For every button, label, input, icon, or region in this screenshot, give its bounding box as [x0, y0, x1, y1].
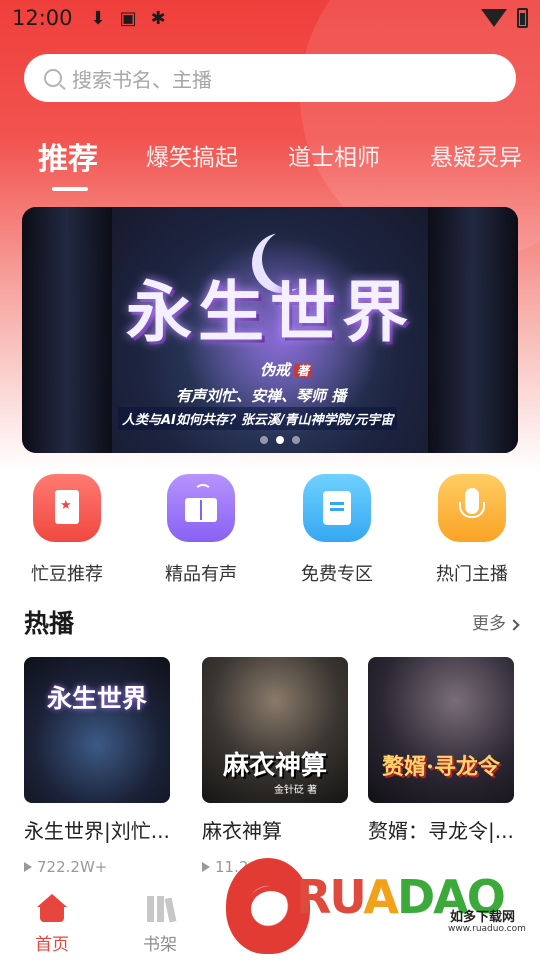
category-free-zone[interactable]: 免费专区 — [282, 474, 392, 586]
watermark-cn: 如多下载网 — [450, 910, 516, 925]
cover-title: 永生世界 — [46, 684, 147, 713]
banner-carousel[interactable]: 永生世界 伪戒著 有声刘忙、安禅、琴师 播 人类与AI如何共存？张云溪/青山神学… — [22, 207, 518, 453]
status-bar: 12:00 ⬇ ▣ ✱ — [0, 0, 540, 36]
search-icon — [44, 69, 62, 87]
category-label: 热门主播 — [436, 564, 508, 585]
play-icon — [202, 862, 210, 872]
carousel-dot[interactable] — [260, 436, 268, 444]
watermark-url: www.ruaduo.com — [448, 924, 526, 934]
book-cover[interactable]: 赘婿·寻龙令 — [368, 657, 514, 803]
category-hot-anchors[interactable]: 热门主播 — [417, 474, 527, 586]
category-premium-audio[interactable]: 精品有声 — [146, 474, 256, 586]
category-label: 免费专区 — [301, 564, 373, 585]
tab-home[interactable]: 首页 — [12, 894, 92, 955]
chevron-right-icon — [508, 619, 520, 631]
section-title: 热播 — [24, 609, 75, 638]
wifi-icon — [481, 9, 507, 27]
category-grid: 忙豆推荐 精品有声 免费专区 热门主播 — [0, 474, 540, 589]
tab-comedy[interactable]: 爆笑搞起 — [146, 138, 238, 172]
bookmark-star-icon — [33, 474, 101, 542]
status-indicators — [481, 8, 528, 28]
audio-book-icon — [167, 474, 235, 542]
tab-home-label: 首页 — [35, 935, 69, 955]
search-input[interactable]: 搜索书名、主播 — [72, 64, 212, 93]
carousel-dots — [260, 436, 300, 444]
search-bar[interactable]: 搜索书名、主播 — [24, 54, 516, 102]
category-label: 忙豆推荐 — [31, 564, 103, 585]
home-icon — [35, 894, 69, 924]
book-card[interactable]: 赘婿·寻龙令 赘婿：寻龙令|... — [368, 657, 518, 844]
banner-title: 永生世界 — [126, 273, 414, 351]
play-icon — [24, 862, 32, 872]
bookshelf-icon — [143, 894, 177, 924]
book-title: 麻衣神算 — [202, 819, 282, 843]
status-time: 12:00 — [12, 6, 73, 30]
tab-taoist[interactable]: 道士相师 — [288, 138, 380, 172]
tab-recommend[interactable]: 推荐 — [38, 134, 98, 178]
cover-author: 金针砭 著 — [274, 785, 318, 796]
microphone-icon — [438, 474, 506, 542]
carousel-dot-active[interactable] — [276, 436, 284, 444]
book-title: 赘婿：寻龙令|... — [368, 819, 514, 843]
category-tabs: 推荐 爆笑搞起 道士相师 悬疑灵异 — [0, 130, 540, 200]
book-card[interactable]: 永生世界 永生世界|刘忙... 722.2W+ — [24, 657, 174, 876]
banner-author: 伪戒著 — [260, 359, 313, 380]
cover-title: 麻衣神算 — [222, 751, 327, 781]
category-mangdou-recommend[interactable]: 忙豆推荐 — [12, 474, 122, 586]
app-notification-icon: ▣ — [119, 7, 137, 29]
carousel-dot[interactable] — [292, 436, 300, 444]
more-link[interactable]: 更多 — [472, 609, 520, 634]
hot-section-header: 热播 更多 — [24, 604, 520, 638]
notification-icon: ✱ — [150, 7, 166, 29]
play-count: 722.2W+ — [24, 858, 174, 876]
book-title: 永生世界|刘忙... — [24, 819, 170, 843]
banner-cast: 有声刘忙、安禅、琴师 播 — [176, 387, 347, 405]
tab-suspense[interactable]: 悬疑灵异 — [430, 138, 522, 172]
battery-icon — [517, 8, 528, 28]
download-icon: ⬇ — [90, 7, 106, 29]
tab-bookshelf-label: 书架 — [143, 935, 177, 955]
book-cover[interactable]: 麻衣神算 金针砭 著 — [202, 657, 348, 803]
banner-tagline: 人类与AI如何共存？张云溪/青山神学院/元宇宙 — [118, 407, 398, 430]
tab-indicator — [52, 187, 88, 191]
category-label: 精品有声 — [165, 564, 237, 585]
book-cover[interactable]: 永生世界 — [24, 657, 170, 803]
book-card-icon — [303, 474, 371, 542]
cover-title: 赘婿·寻龙令 — [382, 754, 500, 780]
tab-bookshelf[interactable]: 书架 — [120, 894, 200, 955]
book-card[interactable]: 麻衣神算 金针砭 著 麻衣神算 11.2... — [202, 657, 352, 876]
